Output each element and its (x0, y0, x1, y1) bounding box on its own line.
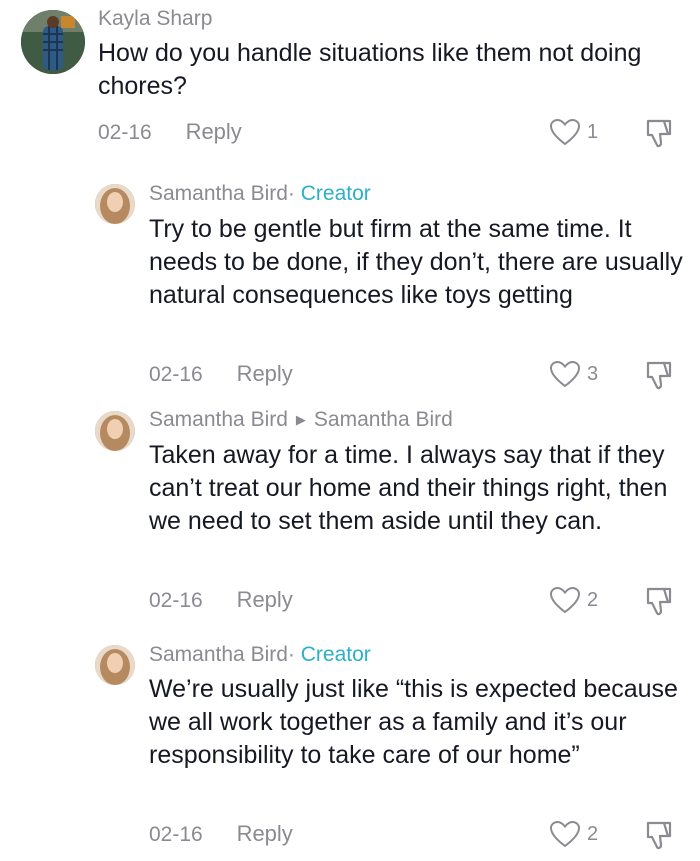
like-count: 3 (587, 362, 599, 385)
comment-text: How do you handle situations like them n… (98, 39, 642, 100)
thumbs-down-icon (646, 361, 672, 390)
comment-date: 02-16 (98, 121, 152, 144)
like-button[interactable]: 1 (549, 118, 598, 146)
reply-to-name[interactable]: Samantha Bird (314, 408, 453, 431)
creator-badge: Creator (300, 182, 371, 205)
separator-dot: · (287, 182, 295, 205)
comment-date: 02-16 (149, 823, 203, 846)
comment-meta: 02-16 Reply (98, 119, 242, 145)
comment-text: We’re usually just like “this is expecte… (149, 675, 678, 769)
comment-author[interactable]: Kayla Sharp (98, 7, 212, 31)
comment-author[interactable]: Samantha Bird· Creator (149, 182, 371, 206)
comment-date: 02-16 (149, 589, 203, 612)
avatar-image (95, 184, 135, 224)
thumbs-down-icon (646, 587, 672, 616)
thumbs-down-icon (646, 119, 672, 148)
comment-meta: 02-16 Reply (149, 821, 293, 847)
heart-icon (549, 118, 581, 146)
dislike-button[interactable] (644, 585, 674, 622)
avatar-image (21, 10, 85, 74)
like-button[interactable]: 3 (549, 360, 598, 388)
dislike-button[interactable] (644, 819, 674, 856)
like-button[interactable]: 2 (549, 820, 598, 848)
reply-button[interactable]: Reply (237, 361, 293, 387)
comment-text: Try to be gentle but firm at the same ti… (149, 215, 683, 309)
author-name: Samantha Bird (149, 182, 288, 205)
reply-button[interactable]: Reply (186, 119, 242, 145)
avatar-image (95, 645, 135, 685)
avatar[interactable] (95, 184, 135, 224)
creator-badge: Creator (300, 643, 371, 666)
like-count: 2 (587, 588, 599, 611)
like-button[interactable]: 2 (549, 586, 598, 614)
dislike-button[interactable] (644, 359, 674, 396)
author-name: Samantha Bird (149, 643, 288, 666)
thumbs-down-icon (646, 821, 672, 850)
reply-button[interactable]: Reply (237, 821, 293, 847)
avatar[interactable] (95, 411, 135, 451)
avatar[interactable] (21, 10, 85, 74)
separator-dot: · (287, 643, 295, 666)
comment-date: 02-16 (149, 363, 203, 386)
heart-icon (549, 586, 581, 614)
dislike-button[interactable] (644, 117, 674, 154)
heart-icon (549, 820, 581, 848)
comment-meta: 02-16 Reply (149, 361, 293, 387)
heart-icon (549, 360, 581, 388)
comment-author[interactable]: Samantha Bird· Creator (149, 643, 371, 667)
reply-button[interactable]: Reply (237, 587, 293, 613)
author-name: Samantha Bird (149, 408, 288, 431)
comment-author[interactable]: Samantha Bird ▶ Samantha Bird (149, 408, 453, 432)
like-count: 1 (587, 120, 599, 143)
comment-meta: 02-16 Reply (149, 587, 293, 613)
reply-arrow-icon: ▶ (295, 412, 306, 427)
avatar-image (95, 411, 135, 451)
like-count: 2 (587, 822, 599, 845)
avatar[interactable] (95, 645, 135, 685)
comment-text: Taken away for a time. I always say that… (149, 441, 668, 535)
